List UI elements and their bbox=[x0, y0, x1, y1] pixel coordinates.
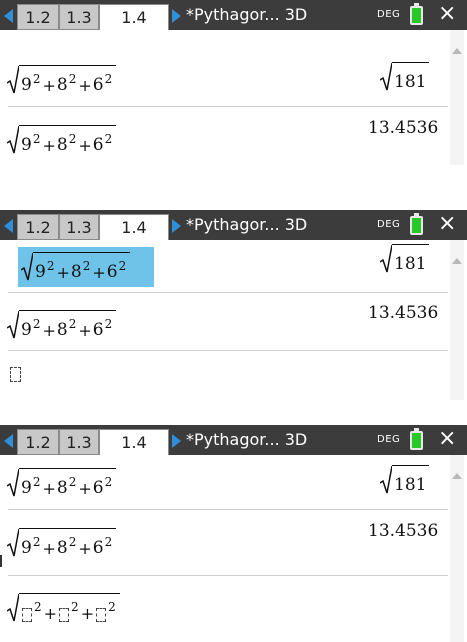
entry-divider bbox=[8, 292, 448, 293]
entry-divider bbox=[8, 350, 448, 351]
calc-entry-template-input[interactable]: 2 + 2 + 2 bbox=[7, 593, 120, 628]
tab-scroll-right-icon[interactable] bbox=[172, 434, 181, 448]
calc-result-decimal[interactable]: 13.4536 bbox=[368, 118, 438, 138]
document-title: *Pythagor... 3D bbox=[186, 5, 308, 24]
radical-sign-icon bbox=[7, 528, 19, 558]
tab-scroll-left-icon[interactable] bbox=[4, 219, 13, 233]
sqrt-expression: 92 + 82 + 62 bbox=[7, 468, 117, 498]
document-title: *Pythagor... 3D bbox=[186, 430, 308, 449]
angle-mode-badge: DEG bbox=[377, 434, 401, 445]
document-title: *Pythagor... 3D bbox=[186, 215, 308, 234]
tab-scroll-right-icon[interactable] bbox=[172, 9, 181, 23]
calc-result-exact[interactable]: 181 bbox=[380, 244, 430, 279]
radical-sign-icon bbox=[7, 310, 19, 340]
radical-sign-icon bbox=[7, 468, 19, 498]
scrollbar[interactable] bbox=[450, 240, 464, 400]
close-icon[interactable]: × bbox=[438, 1, 456, 27]
sqrt-expression: 92 + 82 + 62 bbox=[7, 125, 117, 155]
calc-entry-expression[interactable]: 92 + 82 + 62 bbox=[7, 528, 117, 563]
sqrt-expression: 92 + 82 + 62 bbox=[7, 65, 117, 95]
calc-entry-expression[interactable]: 92 + 82 + 62 bbox=[7, 65, 117, 100]
entry-divider bbox=[8, 106, 448, 107]
entry-divider bbox=[8, 509, 448, 510]
angle-mode-badge: DEG bbox=[377, 9, 401, 20]
tab-1-4[interactable]: 1.4 bbox=[99, 429, 169, 455]
tab-1-4[interactable]: 1.4 bbox=[99, 214, 169, 240]
entry-marker bbox=[0, 555, 2, 567]
sqrt-expression: 92 + 82 + 62 bbox=[21, 252, 131, 282]
template-placeholder-box[interactable] bbox=[59, 608, 70, 622]
tab-scroll-left-icon[interactable] bbox=[4, 9, 13, 23]
radical-sign-icon bbox=[21, 252, 33, 282]
angle-mode-badge: DEG bbox=[377, 219, 401, 230]
radical-sign-icon bbox=[7, 593, 19, 623]
battery-icon bbox=[410, 3, 423, 25]
sqrt-expression: 92 + 82 + 62 bbox=[7, 528, 117, 558]
calculator-panel-3: 1.2 1.3 1.4 *Pythagor... 3D DEG × 92 + 8… bbox=[0, 425, 467, 642]
tab-1-2[interactable]: 1.2 bbox=[17, 214, 59, 240]
tab-scroll-left-icon[interactable] bbox=[4, 434, 13, 448]
tab-1-2[interactable]: 1.2 bbox=[17, 4, 59, 30]
title-bar: 1.2 1.3 1.4 *Pythagor... 3D DEG × bbox=[0, 425, 467, 455]
template-placeholder-box[interactable] bbox=[22, 608, 32, 622]
calculator-panel-2: 1.2 1.3 1.4 *Pythagor... 3D DEG × 92 + 8… bbox=[0, 210, 467, 400]
tab-scroll-right-icon[interactable] bbox=[172, 219, 181, 233]
calc-result-exact[interactable]: 181 bbox=[380, 62, 430, 97]
sqrt-result: 181 bbox=[380, 62, 430, 92]
radical-sign-icon bbox=[380, 62, 392, 92]
battery-icon bbox=[410, 213, 423, 235]
calc-result-decimal[interactable]: 13.4536 bbox=[368, 303, 438, 323]
radical-sign-icon bbox=[380, 244, 392, 274]
entry-divider bbox=[8, 575, 448, 576]
close-icon[interactable]: × bbox=[438, 211, 456, 237]
sqrt-result: 181 bbox=[380, 465, 430, 495]
calc-entry-expression[interactable]: 92 + 82 + 62 bbox=[7, 310, 117, 345]
title-bar: 1.2 1.3 1.4 *Pythagor... 3D DEG × bbox=[0, 0, 467, 30]
scroll-up-icon[interactable] bbox=[452, 258, 462, 264]
radical-sign-icon bbox=[7, 65, 19, 95]
calc-result-exact[interactable]: 181 bbox=[380, 465, 430, 500]
calc-entry-expression-selected[interactable]: 92 + 82 + 62 bbox=[18, 247, 154, 287]
radical-sign-icon bbox=[380, 465, 392, 495]
radical-sign-icon bbox=[7, 125, 19, 155]
scroll-up-icon[interactable] bbox=[452, 473, 462, 479]
tab-1-3[interactable]: 1.3 bbox=[59, 429, 99, 455]
close-icon[interactable]: × bbox=[438, 426, 456, 452]
calc-result-decimal[interactable]: 13.4536 bbox=[368, 521, 438, 541]
tab-1-3[interactable]: 1.3 bbox=[59, 4, 99, 30]
template-placeholder-box[interactable] bbox=[96, 608, 107, 622]
scrollbar[interactable] bbox=[450, 455, 464, 642]
tab-1-3[interactable]: 1.3 bbox=[59, 214, 99, 240]
sqrt-result: 181 bbox=[380, 244, 430, 274]
calc-entry-expression[interactable]: 92 + 82 + 62 bbox=[7, 468, 117, 503]
battery-icon bbox=[410, 428, 423, 450]
tab-1-2[interactable]: 1.2 bbox=[17, 429, 59, 455]
title-bar: 1.2 1.3 1.4 *Pythagor... 3D DEG × bbox=[0, 210, 467, 240]
sqrt-expression: 92 + 82 + 62 bbox=[7, 310, 117, 340]
calc-entry-expression[interactable]: 92 + 82 + 62 bbox=[7, 125, 117, 160]
sqrt-template: 2 + 2 + 2 bbox=[7, 593, 120, 623]
calculator-panel-1: 1.2 1.3 1.4 *Pythagor... 3D DEG × 92 + 8… bbox=[0, 0, 467, 165]
scroll-up-icon[interactable] bbox=[452, 48, 462, 54]
entry-input-placeholder[interactable] bbox=[10, 367, 21, 382]
tab-1-4[interactable]: 1.4 bbox=[99, 4, 169, 30]
